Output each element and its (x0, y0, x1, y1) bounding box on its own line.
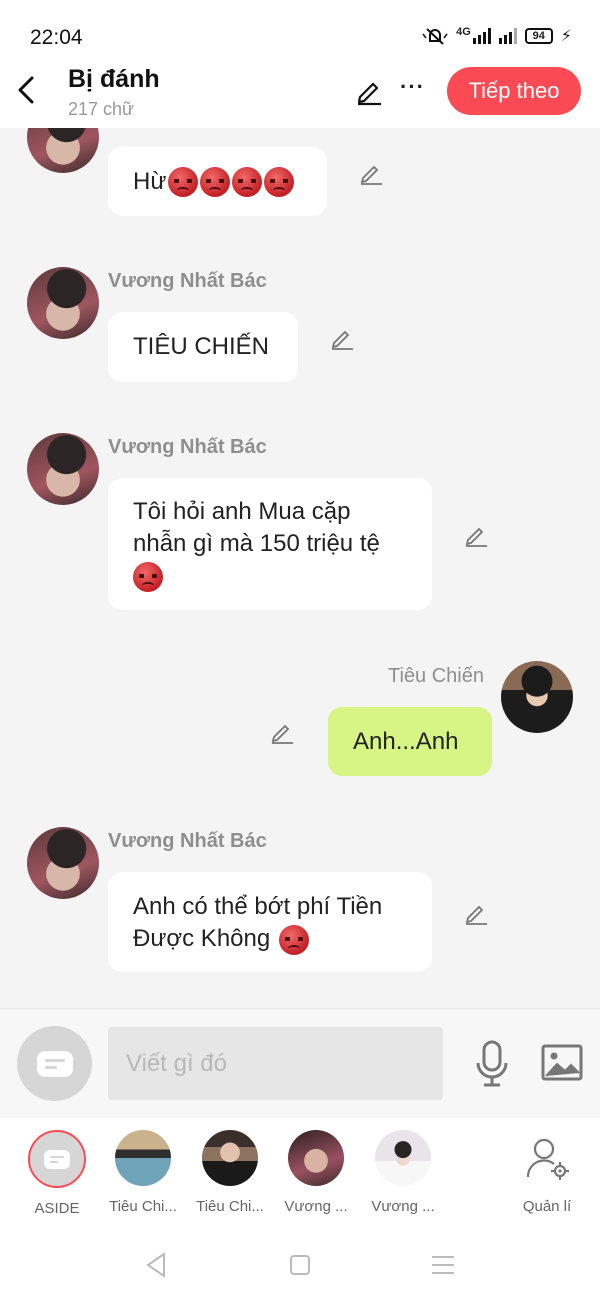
mic-icon[interactable] (472, 1039, 512, 1089)
role-vuong-1[interactable]: Vương ... (273, 1130, 359, 1215)
role-tieu-chien-2[interactable]: Tiêu Chi... (187, 1130, 273, 1215)
role-avatar (28, 1130, 86, 1188)
angry-emoji (200, 166, 231, 197)
sender-name: Vương Nhất Bác (108, 830, 267, 852)
message-text-line: Anh có thể bớt phí Tiền (133, 893, 383, 920)
edit-icon (357, 82, 381, 106)
message-text: Anh...Anh (353, 727, 459, 755)
message-bubble[interactable]: Anh...Anh (328, 707, 492, 776)
message-text: TIÊU CHIẾN (133, 333, 270, 360)
pencil-icon[interactable] (329, 325, 355, 351)
aside-toggle-button[interactable] (17, 1026, 92, 1101)
sender-name: Vương Nhất Bác (108, 270, 267, 292)
message-bubble[interactable]: Anh có thể bớt phí Tiền Được Không (108, 872, 432, 972)
angry-emoji (232, 166, 263, 197)
battery-icon: 94 (524, 28, 553, 44)
input-bar (0, 1008, 600, 1118)
more-button[interactable]: ··· (400, 74, 425, 100)
manage-roles-button[interactable]: Quản lí (504, 1130, 590, 1215)
role-aside[interactable]: ASIDE (14, 1130, 100, 1217)
role-label: Quản lí (522, 1198, 572, 1215)
role-label: Tiêu Chi... (109, 1198, 177, 1215)
mute-vibrate-icon (422, 28, 448, 45)
avatar[interactable] (27, 433, 99, 505)
edit-title-button[interactable] (354, 76, 384, 106)
nav-back-icon[interactable] (142, 1250, 172, 1280)
page-title: Bị đánh (68, 65, 160, 93)
role-label: Vương ... (284, 1198, 348, 1215)
status-icons: 4G 94 ⚡ (422, 26, 572, 46)
more-icon: ··· (400, 74, 425, 99)
top-header: Bị đánh 217 chữ ··· Tiếp theo (0, 64, 600, 128)
message-text-line: Tôi hỏi anh Mua cặp (133, 498, 351, 525)
role-tieu-chien-1[interactable]: Tiêu Chi... (100, 1130, 186, 1215)
role-label: Tiêu Chi... (196, 1198, 264, 1215)
aside-icon (44, 1149, 70, 1169)
sender-name: Tiêu Chiến (388, 665, 484, 687)
role-vuong-2[interactable]: Vương ... (360, 1130, 446, 1215)
network-type: 4G (456, 26, 471, 38)
back-button[interactable] (16, 72, 40, 108)
role-avatar (202, 1130, 258, 1186)
role-avatar (115, 1130, 171, 1186)
angry-emoji (264, 166, 295, 197)
role-bar: ASIDE Tiêu Chi... Tiêu Chi... Vương ... … (0, 1118, 600, 1230)
manage-icon (519, 1130, 575, 1186)
pencil-icon[interactable] (269, 719, 295, 745)
message-bubble[interactable]: Tôi hỏi anh Mua cặp nhẫn gì mà 150 triệu… (108, 478, 432, 610)
image-icon[interactable] (541, 1043, 583, 1083)
nav-menu-icon[interactable] (428, 1250, 458, 1280)
chat-area[interactable]: Hừ Vương Nhất Bác TIÊU CHIẾN Vương Nhất … (0, 128, 600, 1008)
avatar[interactable] (27, 128, 99, 173)
pencil-icon[interactable] (463, 900, 489, 926)
signal-2-icon (498, 28, 517, 44)
status-bar: 22:04 4G 94 ⚡ (0, 0, 600, 64)
message-text-line: nhẫn gì mà 150 triệu tệ (133, 530, 380, 557)
role-avatar (288, 1130, 344, 1186)
message-text: Hừ (133, 167, 167, 195)
message-text-line: Được Không (133, 925, 271, 952)
message-bubble[interactable]: Hừ (108, 147, 327, 216)
next-button[interactable]: Tiếp theo (447, 67, 581, 115)
battery-level: 94 (532, 30, 545, 42)
role-label: Vương ... (371, 1198, 435, 1215)
back-icon (18, 76, 34, 104)
avatar[interactable] (501, 661, 573, 733)
status-time: 22:04 (30, 26, 83, 49)
message-input[interactable] (108, 1027, 443, 1100)
pencil-icon[interactable] (463, 522, 489, 548)
nav-home-icon[interactable] (285, 1250, 315, 1280)
angry-emoji (133, 561, 163, 592)
message-bubble[interactable]: TIÊU CHIẾN (108, 312, 298, 382)
role-label: ASIDE (34, 1200, 80, 1217)
system-nav-bar (0, 1230, 600, 1300)
angry-emoji (168, 166, 199, 197)
word-count: 217 chữ (68, 99, 135, 119)
aside-icon (36, 1050, 73, 1077)
signal-icon (472, 28, 491, 44)
pencil-icon[interactable] (358, 160, 384, 186)
role-avatar (375, 1130, 431, 1186)
sender-name: Vương Nhất Bác (108, 436, 267, 458)
angry-emoji (278, 924, 309, 955)
charging-icon: ⚡ (560, 28, 572, 45)
avatar[interactable] (27, 267, 99, 339)
avatar[interactable] (27, 827, 99, 899)
